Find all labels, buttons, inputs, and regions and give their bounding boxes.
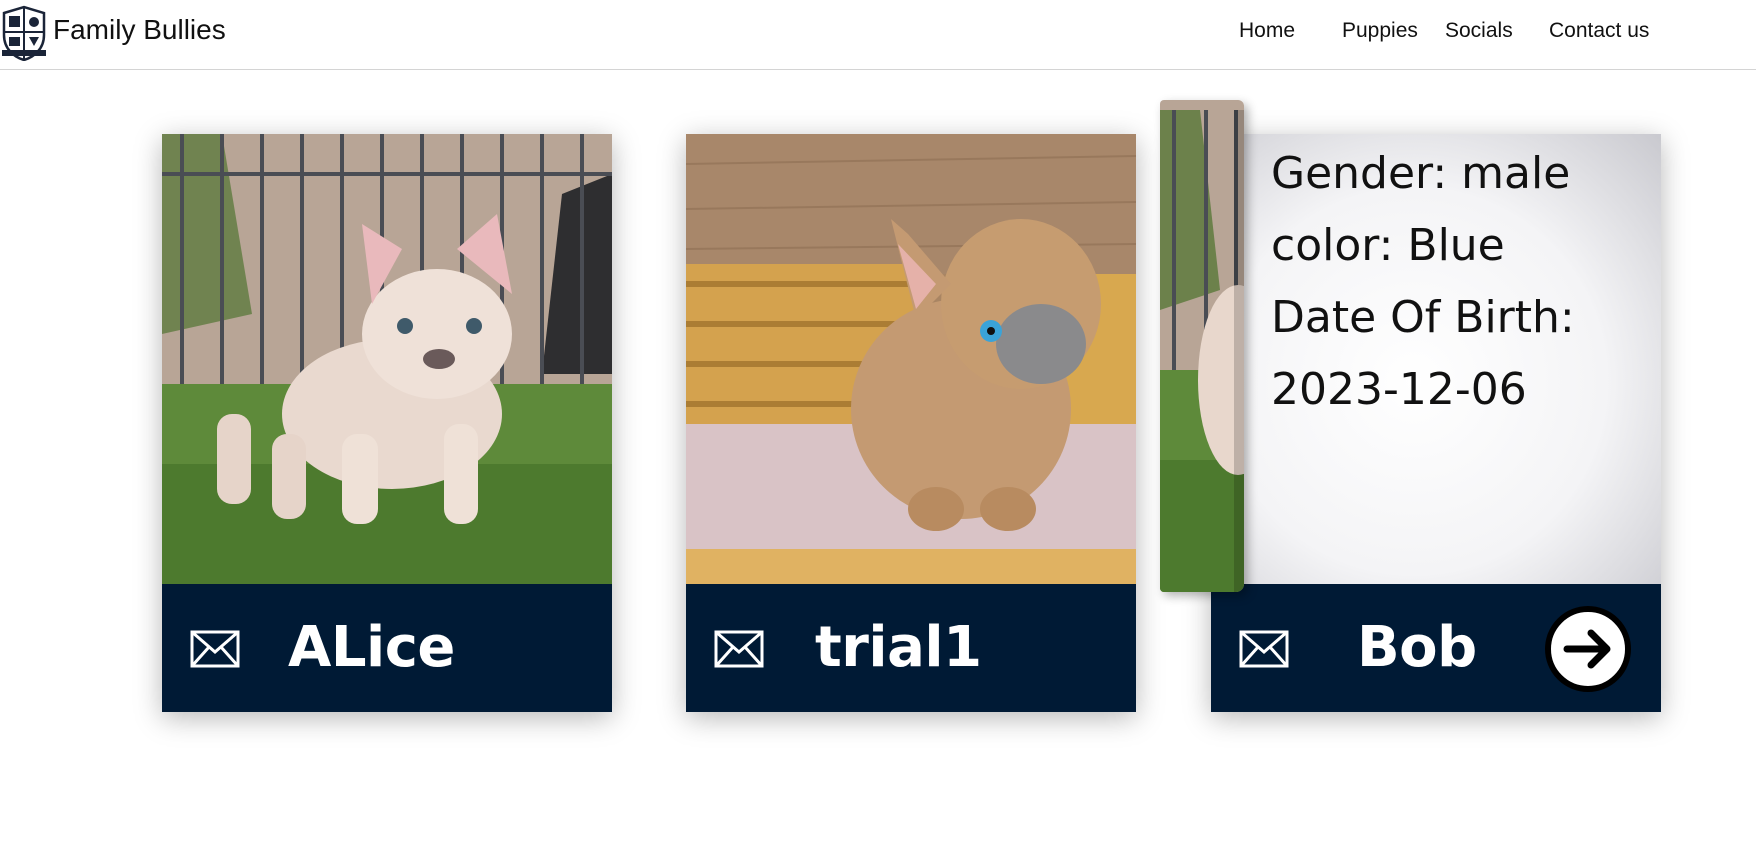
- puppy-photo: [162, 134, 612, 584]
- page-curl-strip: [1160, 100, 1244, 592]
- nav-contact-us[interactable]: Contact us: [1549, 19, 1649, 43]
- mail-icon[interactable]: [714, 630, 764, 668]
- puppy-name: ALice: [288, 615, 455, 680]
- puppy-card-trial1[interactable]: trial1: [686, 134, 1136, 712]
- puppy-name: Bob: [1357, 615, 1477, 680]
- mail-icon[interactable]: [190, 630, 240, 668]
- mail-icon[interactable]: [1239, 630, 1289, 668]
- brand-title[interactable]: Family Bullies: [53, 14, 226, 46]
- puppy-card-bob[interactable]: Gender: male color: Blue Date Of Birth: …: [1211, 134, 1661, 712]
- card-footer: ALice: [162, 584, 612, 712]
- detail-gender: Gender: male: [1271, 148, 1571, 199]
- arrow-right-icon: [1563, 629, 1611, 669]
- nav-home[interactable]: Home: [1239, 19, 1295, 43]
- detail-color: color: Blue: [1271, 220, 1505, 271]
- nav-socials[interactable]: Socials: [1445, 19, 1513, 43]
- puppy-photo: [686, 134, 1136, 584]
- card-footer: Bob: [1211, 584, 1661, 712]
- puppy-details-panel: Gender: male color: Blue Date Of Birth: …: [1211, 134, 1661, 584]
- puppy-name: trial1: [815, 615, 982, 680]
- next-button[interactable]: [1545, 606, 1631, 692]
- nav-puppies[interactable]: Puppies: [1342, 19, 1418, 43]
- site-header: Family Bullies Home Puppies Socials Cont…: [0, 0, 1756, 70]
- detail-dob-label: Date Of Birth:: [1271, 292, 1575, 343]
- card-footer: trial1: [686, 584, 1136, 712]
- puppy-card-alice[interactable]: ALice: [162, 134, 612, 712]
- family-bullies-logo-icon[interactable]: [0, 5, 48, 61]
- detail-dob-value: 2023-12-06: [1271, 364, 1527, 415]
